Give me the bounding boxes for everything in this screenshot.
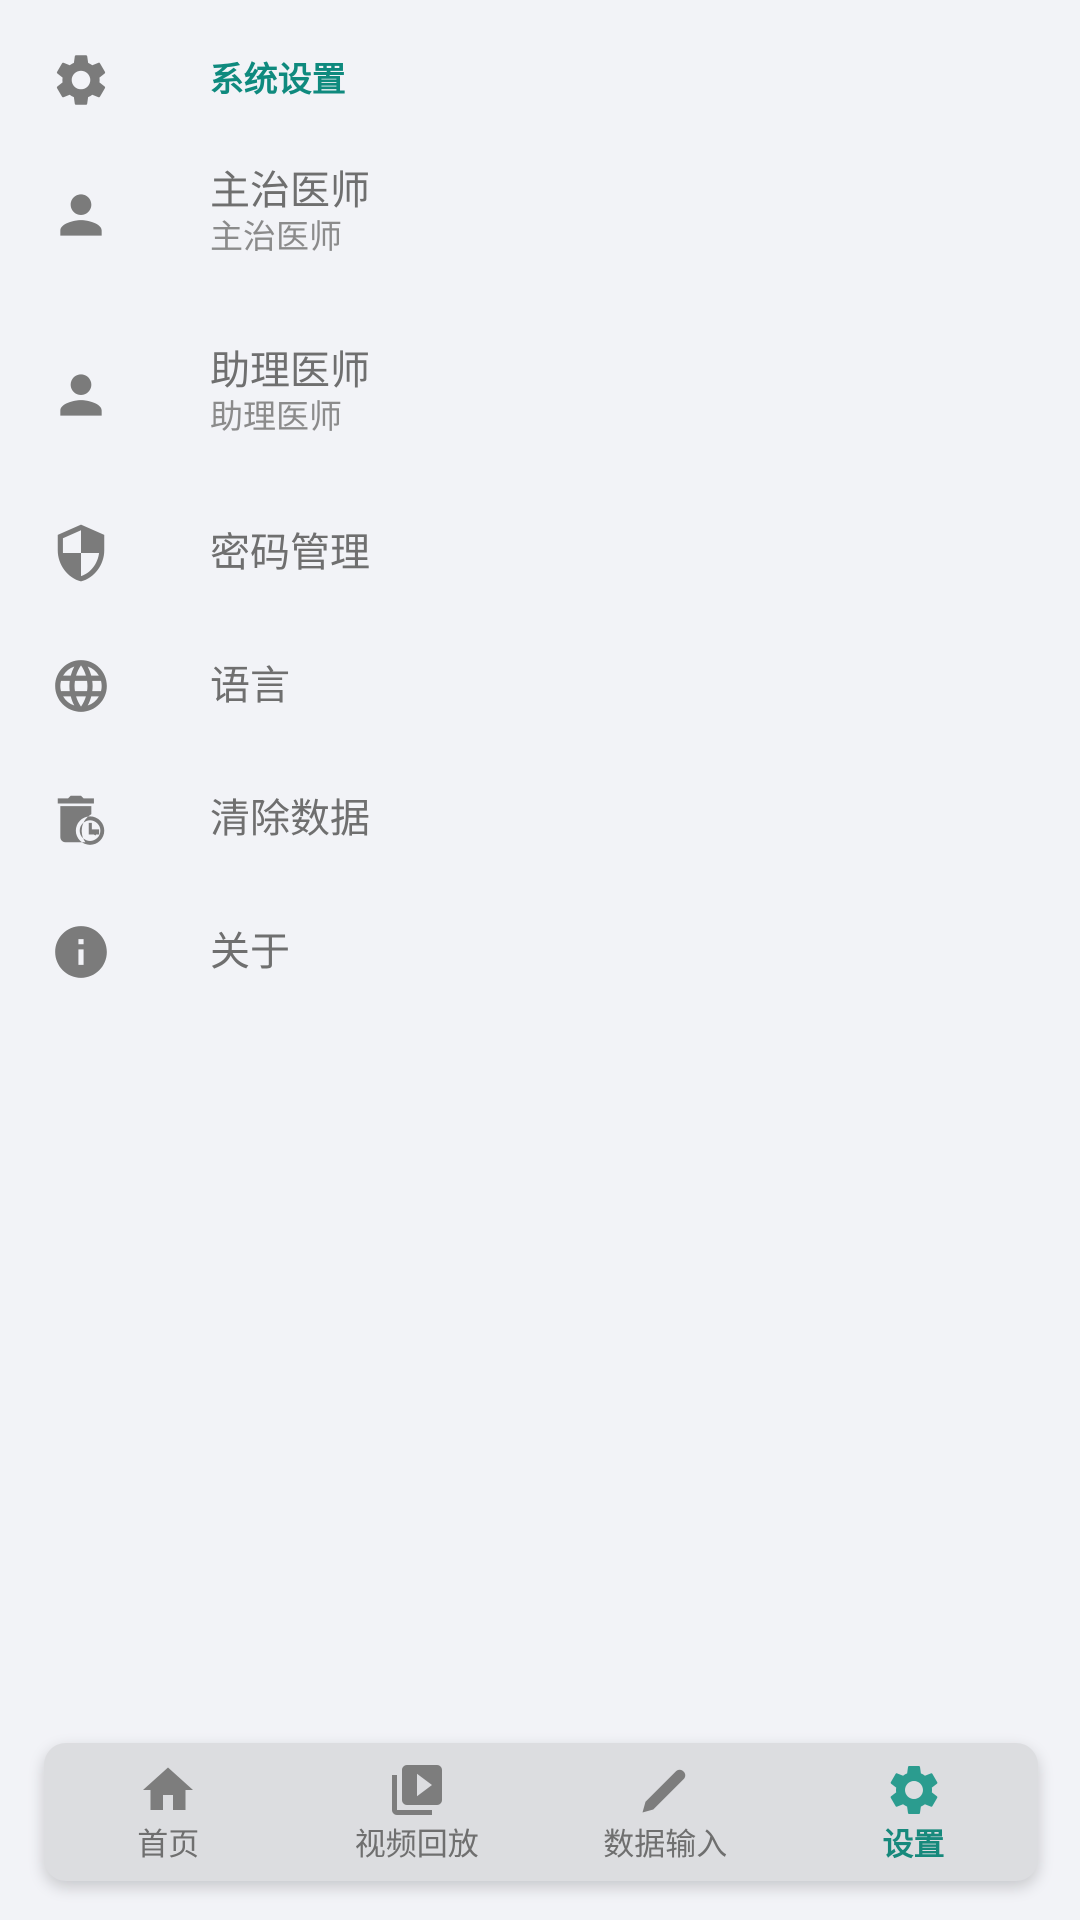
nav-data-input-label: 数据输入 <box>603 1827 728 1863</box>
pencil-icon <box>635 1760 695 1824</box>
clear-data-item[interactable]: 清除数据 <box>0 779 1080 859</box>
language-title: 语言 <box>210 663 290 709</box>
globe-icon <box>50 655 112 717</box>
nav-settings[interactable]: 设置 <box>790 1743 1039 1881</box>
assistant-physician-subtitle: 助理医师 <box>210 397 342 436</box>
nav-video-playback-label: 视频回放 <box>354 1827 479 1863</box>
settings-header-title: 系统设置 <box>210 60 346 100</box>
bottom-navigation: 首页 视频回放 数据输入 设置 <box>44 1743 1038 1881</box>
assistant-physician-item[interactable]: 助理医师 助理医师 <box>0 340 1080 450</box>
about-item[interactable]: 关于 <box>0 912 1080 992</box>
password-management-title: 密码管理 <box>210 530 370 576</box>
password-management-item[interactable]: 密码管理 <box>0 513 1080 593</box>
info-icon <box>50 921 112 983</box>
person-icon <box>50 364 112 426</box>
gear-icon <box>50 49 112 111</box>
settings-header: 系统设置 <box>0 40 1080 120</box>
nav-home[interactable]: 首页 <box>44 1743 293 1881</box>
language-item[interactable]: 语言 <box>0 646 1080 726</box>
gear-icon <box>884 1760 944 1824</box>
nav-data-input[interactable]: 数据输入 <box>541 1743 790 1881</box>
shield-icon <box>50 522 112 584</box>
delete-clock-icon <box>50 788 112 850</box>
person-icon <box>50 184 112 246</box>
nav-video-playback[interactable]: 视频回放 <box>293 1743 542 1881</box>
attending-physician-item[interactable]: 主治医师 主治医师 <box>0 160 1080 270</box>
attending-physician-title: 主治医师 <box>210 168 370 214</box>
assistant-physician-title: 助理医师 <box>210 348 370 394</box>
clear-data-title: 清除数据 <box>210 796 370 842</box>
nav-home-label: 首页 <box>137 1827 200 1863</box>
video-library-icon <box>387 1760 447 1824</box>
home-icon <box>138 1760 198 1824</box>
about-title: 关于 <box>210 929 290 975</box>
attending-physician-subtitle: 主治医师 <box>210 217 342 256</box>
nav-settings-label: 设置 <box>882 1827 945 1863</box>
